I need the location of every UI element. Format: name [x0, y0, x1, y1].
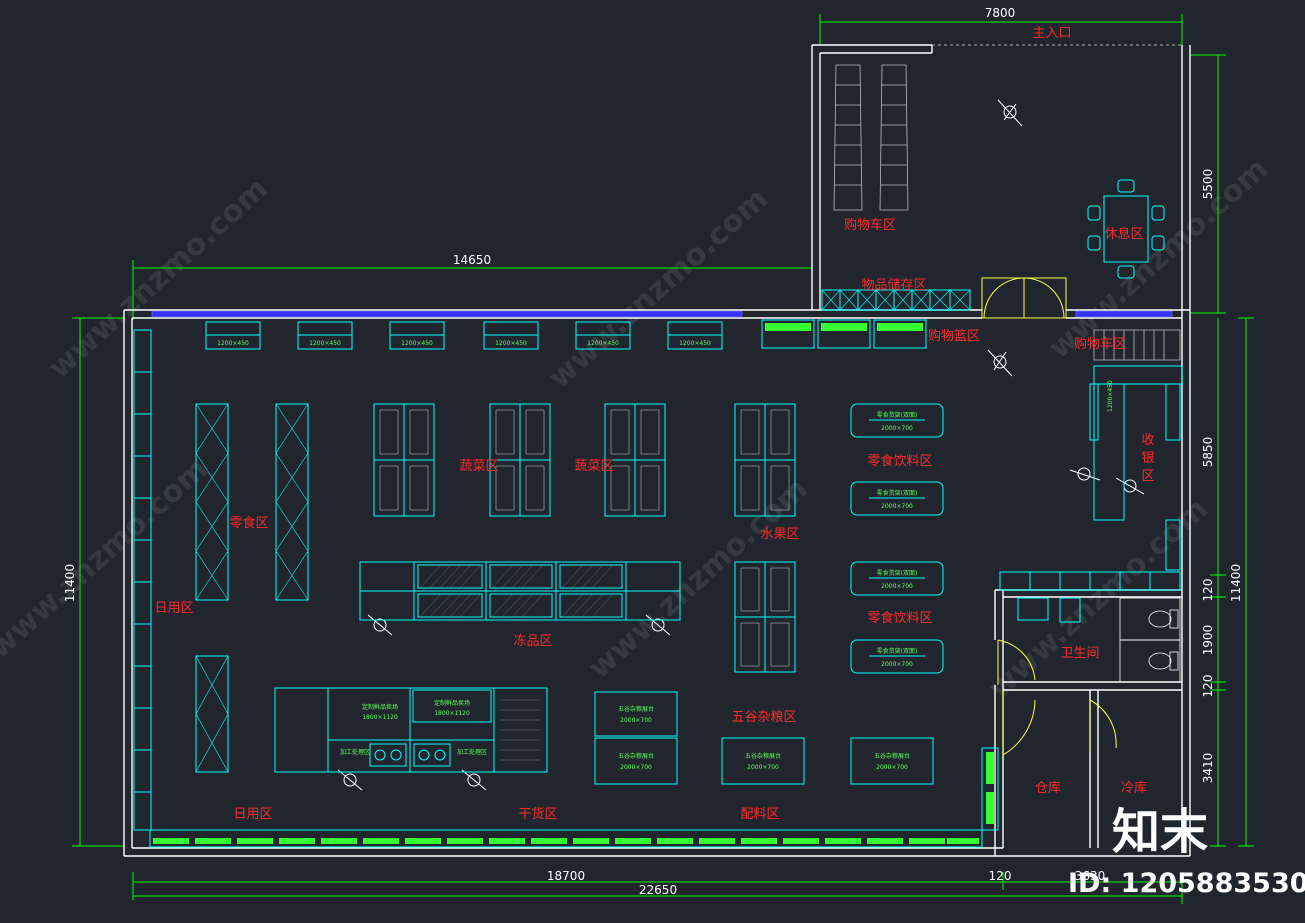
watermark-text: www.znzmo.com: [1042, 151, 1275, 366]
basket-stands: [761, 319, 927, 349]
basket-area-label: 购物篮区: [928, 328, 980, 344]
snack-area-label: 零食区: [229, 515, 268, 531]
floor-plan: www.znzmo.com www.znzmo.com www.znzmo.co…: [0, 6, 1305, 904]
snack-drink-shelves: [850, 403, 944, 674]
watermark-text: www.znzmo.com: [542, 181, 775, 396]
cashier-label-3: 区: [1141, 469, 1154, 484]
cart-area-2-label: 购物车区: [1074, 336, 1126, 352]
snack-drink-shelf-labels: 零食货架(双面) 2000×700 零食货架(双面) 2000×700 零食货架…: [877, 411, 918, 668]
bathroom-label: 卫生间: [1060, 646, 1099, 661]
top-wall-shelf-sizes: 1200×450 1200×450 1200×450 1200×450 1200…: [217, 340, 711, 347]
dim-bottom-total: 22650: [639, 883, 677, 897]
dim-right-top: 5500: [1201, 169, 1215, 200]
walls: [123, 44, 1191, 857]
dry-goods-stripes: [500, 699, 540, 761]
vegetable-label-2: 蔬菜区: [574, 459, 613, 474]
shelf-tag: 零食货架(双面): [877, 411, 918, 419]
shelf-size: 2000×700: [881, 425, 913, 432]
grain-table-tag: 五谷杂粮展台: [874, 752, 910, 760]
snack-drink-label-1: 零食饮料区: [867, 453, 932, 469]
dim-bottom-main: 18700: [547, 869, 585, 883]
dim-left-span: 14650: [453, 253, 491, 267]
left-wall-shelves: [133, 329, 152, 831]
shelf-size: 1200×450: [495, 340, 527, 347]
shelf-tag: 零食货架(双面): [877, 569, 918, 577]
cashier-label-2: 银: [1141, 451, 1154, 466]
shelf-size: 2000×700: [881, 583, 913, 590]
fresh-cabinet-size: 1800×1120: [434, 710, 470, 717]
storage-lockers: [821, 289, 971, 311]
watermark-layer: www.znzmo.com www.znzmo.com www.znzmo.co…: [0, 151, 1275, 706]
window-strips: [151, 310, 1173, 318]
storage-area-label: 物品储存区: [861, 278, 926, 293]
dim-top-width: 7800: [985, 6, 1016, 20]
dim-left-height: 11400: [63, 564, 77, 602]
shelf-size: 1200×450: [309, 340, 341, 347]
cashier-fixture-text: 1200×450: [1107, 380, 1114, 412]
shelf-size: 1200×450: [679, 340, 711, 347]
warehouse-label: 仓库: [1035, 780, 1061, 796]
processing-tag: 加工处理区: [457, 748, 487, 756]
shopping-carts: [833, 64, 909, 211]
fresh-cabinet-tag: 定制鲜品卖场: [362, 703, 398, 711]
ingredients-label: 配料区: [740, 807, 779, 822]
fresh-cabinet-tag: 定制鲜品卖场: [434, 699, 470, 707]
snack-drink-label-2: 零食饮料区: [867, 610, 932, 626]
grain-table-size: 2000×700: [747, 764, 779, 771]
dimension-lines: [72, 14, 1254, 904]
dim-right-full: 11400: [1229, 564, 1243, 602]
fruit-area-label: 水果区: [760, 527, 799, 542]
daily-use-label-2: 日用区: [233, 807, 272, 822]
dim-right-small-3: 120: [1201, 675, 1215, 698]
watermark-text: www.znzmo.com: [0, 451, 215, 666]
shelf-size: 2000×700: [881, 503, 913, 510]
grain-table-size: 2000×700: [620, 764, 652, 771]
watermark-text: www.znzmo.com: [582, 471, 815, 686]
toilet-fixtures: [1119, 597, 1181, 683]
shelf-tag: 零食货架(双面): [877, 647, 918, 655]
frozen-area-label: 冻品区: [513, 633, 552, 649]
vegetable-label-1: 蔬菜区: [459, 459, 498, 474]
frozen-counter: [359, 561, 681, 621]
fresh-cabinet-size: 1800×1120: [362, 714, 398, 721]
grain-table-tag: 五谷杂粮展台: [745, 752, 781, 760]
dim-right-mid: 5850: [1201, 437, 1215, 468]
shelf-size: 1200×450: [217, 340, 249, 347]
grain-table-tag: 五谷杂粮展台: [618, 752, 654, 760]
cart-area-label: 购物车区: [844, 217, 896, 233]
dim-right-small-1: 120: [1201, 579, 1215, 602]
snack-racks: [195, 403, 309, 773]
bottom-wall-shelves: [149, 747, 999, 848]
grain-table-size: 2000×700: [620, 717, 652, 724]
brand-logo: 知末: [1112, 804, 1208, 860]
cold-storage-label: 冷库: [1121, 780, 1147, 796]
snack-rack-crosses: [195, 403, 309, 773]
grain-table-tag: 五谷杂粮展台: [618, 705, 654, 713]
daily-use-label-1: 日用区: [154, 601, 193, 616]
dim-bottom-small: 120: [989, 869, 1012, 883]
main-entrance-label: 主入口: [1032, 26, 1071, 41]
dimension-texts: 7800 14650 5500 11400 5850 120 1900 120 …: [63, 6, 1243, 897]
grain-table-size: 2000×700: [876, 764, 908, 771]
shelf-size: 2000×700: [881, 661, 913, 668]
top-wall-shelves: [205, 321, 723, 350]
cashier-label-1: 收: [1141, 433, 1154, 448]
grain-area-label: 五谷杂粮区: [731, 710, 796, 725]
dry-goods-label: 干货区: [518, 806, 557, 822]
shelf-size: 1200×450: [587, 340, 619, 347]
shelf-size: 1200×450: [401, 340, 433, 347]
dim-right-bottom: 3410: [1201, 753, 1215, 784]
shelf-tag: 零食货架(双面): [877, 489, 918, 497]
rest-area-label: 休息区: [1104, 226, 1143, 242]
processing-tag: 加工处理区: [340, 748, 370, 756]
dim-right-small-2: 1900: [1201, 625, 1215, 656]
image-id: ID: 1205883530: [1068, 868, 1305, 899]
watermark-text: www.znzmo.com: [42, 171, 275, 386]
